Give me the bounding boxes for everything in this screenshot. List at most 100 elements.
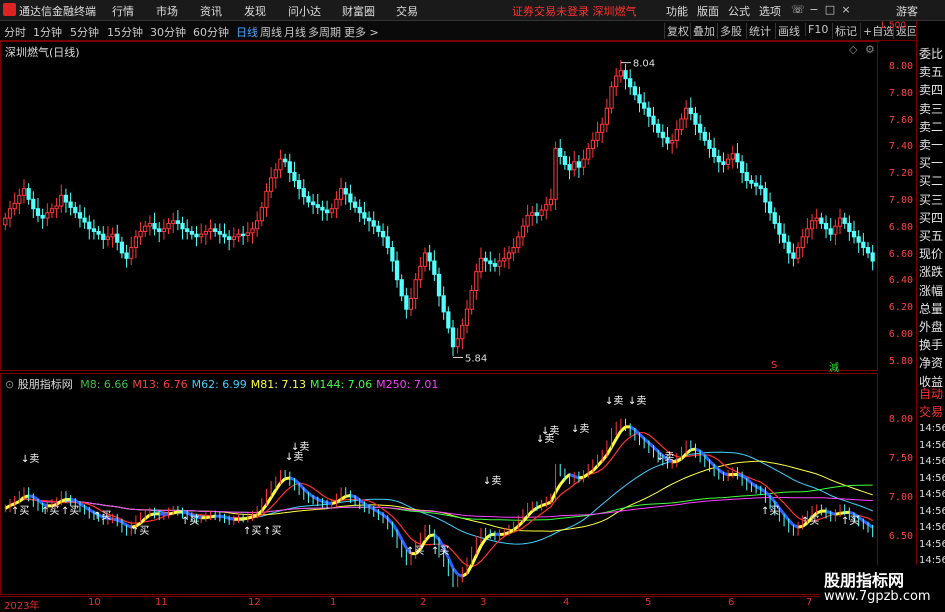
tool-adjust[interactable]: 复权 xyxy=(664,23,691,39)
main-y-tick: 7.60 xyxy=(889,115,913,126)
side-item[interactable]: 买三 xyxy=(919,191,943,208)
period-5min[interactable]: 5分钟 xyxy=(70,24,99,40)
side-item[interactable]: 买一 xyxy=(919,154,943,171)
trend-segment xyxy=(211,516,216,517)
tool-f10[interactable]: F10 xyxy=(805,23,830,36)
side-item[interactable]: 卖三 xyxy=(919,100,943,117)
menu-ask[interactable]: 问小达 xyxy=(288,3,321,19)
headset-icon[interactable]: ☏ xyxy=(790,2,806,18)
candle-body xyxy=(377,226,380,231)
trend-segment xyxy=(388,519,393,524)
maximize-icon[interactable]: □ xyxy=(822,2,838,18)
indicator-panel[interactable]: ⊙ 股朋指标网 M8: 6.66M13: 6.76M62: 6.99M81: 7… xyxy=(0,373,878,595)
main-y-tick: 6.40 xyxy=(889,275,913,286)
period-weekly[interactable]: 周线 xyxy=(260,24,282,40)
trend-segment xyxy=(80,504,85,507)
side-item[interactable]: 买四 xyxy=(919,209,943,226)
trend-segment xyxy=(271,490,276,497)
watermark-title: 股朋指标网 xyxy=(824,567,904,591)
menu-formula[interactable]: 公式 xyxy=(728,3,750,19)
side-item[interactable]: 净资 xyxy=(919,354,943,371)
trend-segment xyxy=(206,517,211,518)
trend-segment xyxy=(19,497,24,501)
candle-body xyxy=(419,266,422,279)
period-1min[interactable]: 1分钟 xyxy=(33,24,62,40)
side-item[interactable]: 买二 xyxy=(919,172,943,189)
side-item[interactable]: 卖二 xyxy=(919,118,943,135)
menu-function[interactable]: 功能 xyxy=(666,3,688,19)
candle-body xyxy=(568,164,571,169)
tick-time: 14:56 xyxy=(919,423,945,434)
period-60min[interactable]: 60分钟 xyxy=(193,24,229,40)
candle-body xyxy=(629,79,632,87)
trend-segment xyxy=(598,461,603,466)
candle-body xyxy=(871,253,874,261)
menu-market[interactable]: 市场 xyxy=(156,3,178,19)
tool-draw[interactable]: 画线 xyxy=(775,23,802,39)
candle-body xyxy=(442,296,445,312)
candle-body xyxy=(232,237,235,240)
trend-segment xyxy=(695,449,700,451)
side-item[interactable]: 卖五 xyxy=(919,63,943,80)
side-item[interactable]: 涨幅 xyxy=(919,282,943,299)
candle-body xyxy=(358,207,361,212)
candle-body xyxy=(461,325,464,338)
side-item[interactable]: 现价 xyxy=(919,245,943,262)
side-item[interactable]: 卖四 xyxy=(919,81,943,98)
tool-stats[interactable]: 统计 xyxy=(746,23,773,39)
period-15min[interactable]: 15分钟 xyxy=(107,24,143,40)
candle-body xyxy=(78,213,81,218)
candle-body xyxy=(801,237,804,248)
menu-layout[interactable]: 版面 xyxy=(697,3,719,19)
menu-news[interactable]: 资讯 xyxy=(200,3,222,19)
menu-wealth[interactable]: 财富圈 xyxy=(342,3,375,19)
menu-discover[interactable]: 发现 xyxy=(244,3,266,19)
menu-options[interactable]: 选项 xyxy=(759,3,781,19)
side-panel: 委比卖五卖四卖三卖二卖一买一买二买三买四买五现价涨跌涨幅总量外盘换手净资收益自动… xyxy=(916,21,945,609)
candle-body xyxy=(307,197,310,202)
main-y-tick: 6.00 xyxy=(889,329,913,340)
close-icon[interactable]: × xyxy=(838,2,854,18)
guest-label[interactable]: 游客 xyxy=(896,3,918,19)
side-item[interactable]: 交易 xyxy=(919,403,943,420)
side-item[interactable]: 自动 xyxy=(919,385,943,402)
main-chart-panel[interactable]: 深圳燃气(日线) ◇ ⚙ 8.045.84 S 減 xyxy=(0,41,878,371)
trend-segment xyxy=(863,521,868,524)
candle-body xyxy=(395,261,398,280)
login-notice[interactable]: 证券交易未登录 深圳燃气 xyxy=(512,3,637,19)
candle-body xyxy=(475,272,478,291)
trend-segment xyxy=(183,512,188,513)
period-30min[interactable]: 30分钟 xyxy=(150,24,186,40)
side-item[interactable]: 外盘 xyxy=(919,318,943,335)
side-item[interactable]: 涨跌 xyxy=(919,263,943,280)
trend-segment xyxy=(113,519,118,520)
side-item[interactable]: 委比 xyxy=(919,45,943,62)
tool-multi-stock[interactable]: 多股 xyxy=(717,23,744,39)
tool-mark[interactable]: 标记 xyxy=(832,23,859,39)
side-item[interactable]: 总量 xyxy=(919,300,943,317)
tool-overlay[interactable]: 叠加 xyxy=(690,23,717,39)
period-monthly[interactable]: 月线 xyxy=(284,24,306,40)
menu-trade[interactable]: 交易 xyxy=(396,3,418,19)
period-timeshare[interactable]: 分时 xyxy=(4,24,26,40)
period-daily[interactable]: 日线 xyxy=(236,24,258,40)
candle-body xyxy=(549,199,552,204)
candle-body xyxy=(260,207,263,220)
candle-body xyxy=(55,206,58,209)
candle-body xyxy=(810,221,813,229)
side-item[interactable]: 买五 xyxy=(919,227,943,244)
date-label: 11 xyxy=(155,597,168,608)
side-item[interactable]: 换手 xyxy=(919,336,943,353)
date-label: 4 xyxy=(563,597,569,608)
side-item[interactable]: 卖一 xyxy=(919,136,943,153)
candle-body xyxy=(116,234,119,242)
menu-quotes[interactable]: 行情 xyxy=(112,3,134,19)
candle-body xyxy=(503,258,506,261)
period-more[interactable]: 更多 > xyxy=(344,24,379,40)
minimize-icon[interactable]: − xyxy=(806,2,822,18)
trend-segment xyxy=(868,524,873,528)
trend-segment xyxy=(640,434,645,438)
candle-body xyxy=(237,234,240,237)
period-multi[interactable]: 多周期 xyxy=(308,24,341,40)
candle-body xyxy=(18,195,21,203)
